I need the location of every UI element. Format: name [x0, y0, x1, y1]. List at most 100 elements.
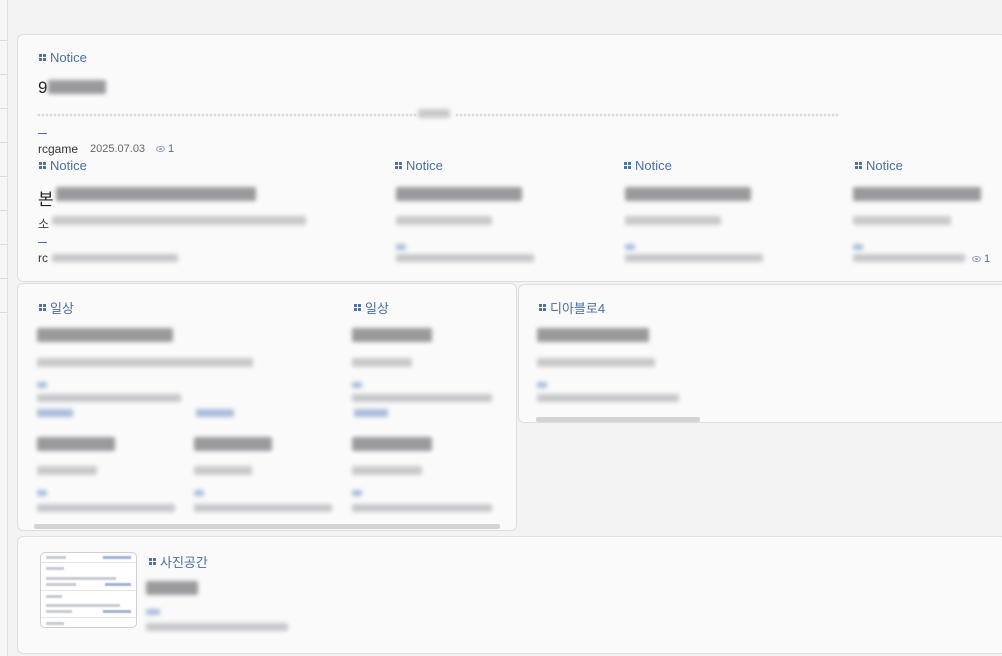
- eye-icon: [972, 256, 981, 262]
- notice-item-title-initial[interactable]: 본: [38, 185, 54, 210]
- diablo-post-title[interactable]: [537, 328, 649, 342]
- notice-item-sub-initial: 소: [38, 217, 50, 231]
- daily-col1-category-label: 일상: [50, 301, 74, 316]
- daily-post-tag[interactable]: [37, 409, 73, 417]
- daily-col1-category[interactable]: 일상: [39, 298, 74, 317]
- rail-tick: [0, 176, 7, 177]
- grid-icon: [395, 162, 402, 169]
- photo-thumbnail[interactable]: [40, 552, 137, 628]
- featured-excerpt: [38, 114, 418, 116]
- notice-item-meta: [853, 254, 965, 262]
- daily-post-tag[interactable]: [196, 409, 234, 417]
- notice-item-divider: [625, 244, 635, 250]
- featured-title-initial[interactable]: 9: [38, 78, 47, 98]
- grid-icon: [539, 304, 546, 311]
- featured-views-count: 1: [168, 143, 175, 155]
- notice-item-category-label: Notice: [406, 158, 443, 173]
- photo-post-title[interactable]: [146, 581, 198, 595]
- daily-post-meta: [37, 504, 175, 512]
- rail-tick: [0, 142, 7, 143]
- notice-item-category[interactable]: Notice: [624, 158, 672, 173]
- notice-item-excerpt: [52, 216, 306, 225]
- notice-item-excerpt: [853, 216, 951, 225]
- photo-category[interactable]: 사진공간: [149, 552, 208, 571]
- notice-item-meta: [625, 254, 763, 262]
- notice-item-category-label: Notice: [866, 158, 903, 173]
- daily-post-meta: [352, 394, 492, 402]
- daily-col2-category[interactable]: 일상: [354, 298, 389, 317]
- grid-icon: [354, 304, 361, 311]
- grid-icon: [39, 162, 46, 169]
- notice-item-author-initial[interactable]: rc: [38, 251, 48, 265]
- rail-tick: [0, 244, 7, 245]
- notice-item-views-count: 1: [984, 253, 991, 265]
- notice-item-category-label: Notice: [635, 158, 672, 173]
- notice-item-excerpt: [625, 216, 721, 225]
- daily-post-title[interactable]: [352, 437, 432, 451]
- notice-item-divider: [853, 244, 863, 250]
- featured-excerpt-tail: [456, 114, 840, 116]
- diablo-scrollbar[interactable]: [536, 417, 700, 422]
- daily-post-excerpt: [352, 466, 422, 475]
- daily-post-divider: [194, 490, 204, 496]
- thumb-line: [46, 622, 64, 625]
- notice-item-category[interactable]: Notice: [39, 158, 87, 173]
- eye-icon: [156, 146, 165, 152]
- daily-post-title[interactable]: [194, 437, 272, 451]
- notice-item-title[interactable]: [853, 187, 981, 201]
- daily-post-title[interactable]: [352, 328, 432, 342]
- photo-post-divider: [146, 609, 160, 615]
- daily-post-title[interactable]: [37, 437, 115, 451]
- rail-tick: [0, 40, 7, 41]
- notice-item-category-label: Notice: [50, 158, 87, 173]
- featured-title[interactable]: [48, 80, 106, 94]
- thumb-line: [46, 567, 64, 570]
- diablo-category-label: 디아블로4: [550, 301, 606, 316]
- daily-post-title[interactable]: [37, 328, 173, 342]
- daily-post-divider: [37, 490, 47, 496]
- diablo-post-excerpt: [537, 358, 655, 367]
- featured-category[interactable]: Notice: [39, 50, 87, 65]
- thumb-line: [46, 595, 62, 598]
- thumb-line: [105, 583, 131, 586]
- grid-icon: [149, 558, 156, 565]
- daily-col2-category-label: 일상: [365, 301, 389, 316]
- rail-tick: [0, 312, 7, 313]
- daily-post-meta: [194, 504, 332, 512]
- notice-item-category[interactable]: Notice: [855, 158, 903, 173]
- daily-post-divider: [352, 490, 362, 496]
- thumb-line: [46, 604, 120, 607]
- thumb-divider: [41, 590, 136, 591]
- featured-category-label: Notice: [50, 50, 87, 65]
- notice-item-title[interactable]: [56, 187, 256, 201]
- daily-post-divider: [37, 382, 47, 388]
- grid-icon: [624, 162, 631, 169]
- thumb-line: [103, 556, 131, 559]
- featured-divider: [38, 133, 47, 134]
- daily-post-tag[interactable]: [354, 409, 388, 417]
- thumb-divider: [41, 562, 136, 563]
- featured-views: 1: [156, 143, 174, 155]
- daily-post-divider: [352, 382, 362, 388]
- daily-post-meta: [37, 394, 181, 402]
- notice-item-meta: [396, 254, 534, 262]
- notice-item-divider: [396, 244, 406, 250]
- daily-card: [17, 283, 517, 531]
- left-rail: [0, 0, 8, 656]
- daily-post-excerpt: [352, 358, 412, 367]
- featured-author[interactable]: rcgame: [38, 142, 78, 156]
- rail-tick: [0, 108, 7, 109]
- daily-post-meta: [352, 504, 492, 512]
- grid-icon: [39, 54, 46, 61]
- daily-post-excerpt: [194, 466, 252, 475]
- diablo-category[interactable]: 디아블로4: [539, 298, 605, 317]
- grid-icon: [39, 304, 46, 311]
- thumb-divider: [41, 617, 136, 618]
- daily-scrollbar[interactable]: [34, 524, 500, 529]
- notice-item-title[interactable]: [625, 187, 751, 201]
- thumb-line: [46, 556, 66, 559]
- notice-item-excerpt: [396, 216, 492, 225]
- notice-item-title[interactable]: [396, 187, 522, 201]
- notice-item-category[interactable]: Notice: [395, 158, 443, 173]
- daily-post-excerpt: [37, 358, 253, 367]
